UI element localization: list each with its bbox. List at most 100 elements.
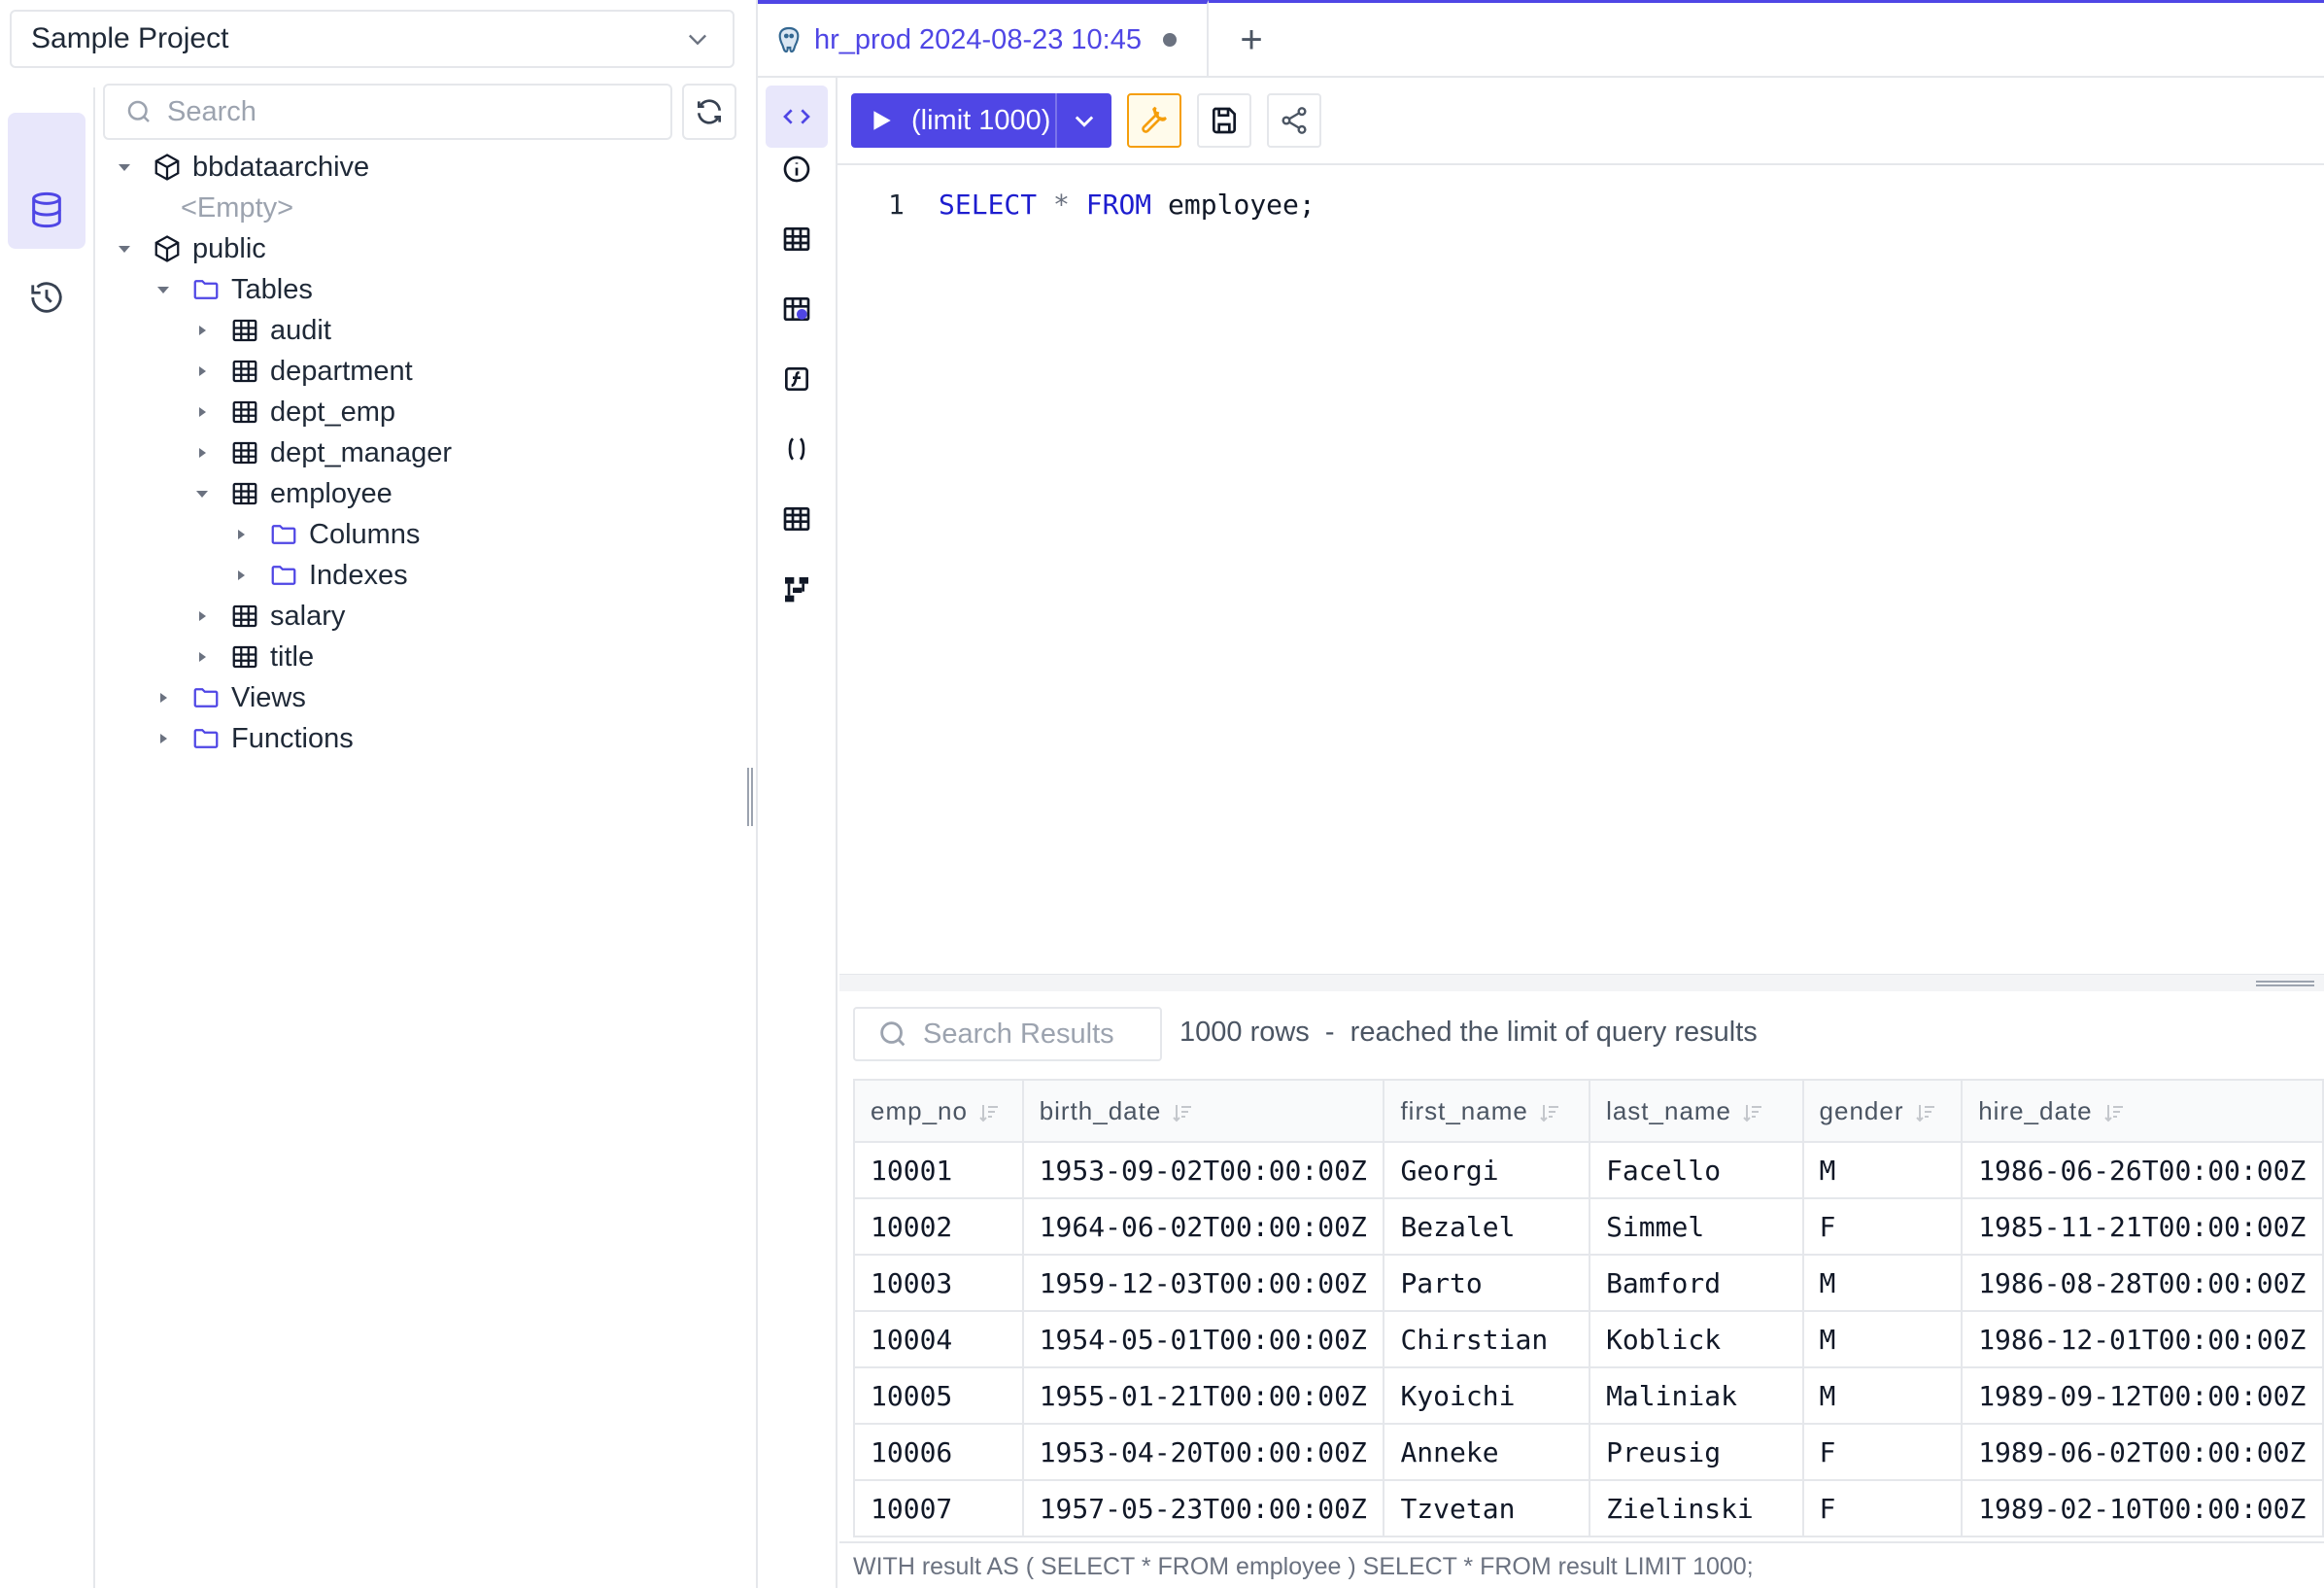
rail-function[interactable] (766, 348, 828, 410)
table-cell[interactable]: Facello (1589, 1141, 1804, 1199)
column-header[interactable]: birth_date (1021, 1079, 1385, 1143)
tree-item[interactable]: public (113, 229, 266, 268)
column-header[interactable]: hire_date (1961, 1079, 2324, 1143)
tree-item[interactable]: Columns (229, 515, 420, 554)
table-cell[interactable]: Tzvetan (1383, 1479, 1591, 1537)
run-button[interactable]: (limit 1000) (851, 93, 1111, 148)
table-cell[interactable]: M (1801, 1310, 1964, 1368)
table-cell[interactable]: Georgi (1383, 1141, 1591, 1199)
caret-right-icon[interactable] (229, 523, 253, 546)
sql-editor[interactable]: 1 SELECT * FROM employee; (839, 167, 2324, 974)
caret-right-icon[interactable] (190, 604, 214, 628)
table-cell[interactable]: 1985-11-21T00:00:00Z (1961, 1197, 2324, 1256)
table-cell[interactable]: 1964-06-02T00:00:00Z (1021, 1197, 1385, 1256)
caret-right-icon[interactable] (229, 564, 253, 587)
table-cell[interactable]: M (1801, 1254, 1964, 1312)
search-input[interactable] (167, 95, 653, 128)
table-row[interactable]: 10001 1953-09-02T00:00:00Z Georgi Facello M 1… (853, 1141, 2324, 1199)
table-cell[interactable]: Kyoichi (1383, 1366, 1591, 1425)
sort-icon[interactable] (1914, 1101, 1937, 1124)
rail-diagram[interactable] (766, 558, 828, 620)
caret-right-icon[interactable] (190, 400, 214, 424)
tree-item[interactable]: salary (190, 597, 345, 636)
table-cell[interactable]: F (1801, 1423, 1964, 1481)
caret-right-icon[interactable] (190, 645, 214, 669)
table-cell[interactable]: 1986-08-28T00:00:00Z (1961, 1254, 2324, 1312)
sort-icon[interactable] (977, 1101, 1001, 1124)
project-select[interactable]: Sample Project (10, 10, 735, 68)
caret-right-icon[interactable] (190, 360, 214, 383)
tree-item[interactable]: audit (190, 311, 331, 350)
tree-item[interactable]: Indexes (229, 556, 408, 595)
rail-table-settings[interactable] (766, 278, 828, 340)
column-header[interactable]: first_name (1383, 1079, 1591, 1143)
caret-right-icon[interactable] (152, 727, 175, 750)
code-line[interactable]: SELECT * FROM employee; (939, 189, 1316, 221)
tree-item[interactable]: Tables (152, 270, 313, 309)
table-cell[interactable]: Bezalel (1383, 1197, 1591, 1256)
table-cell[interactable]: 1953-04-20T00:00:00Z (1021, 1423, 1385, 1481)
table-cell[interactable]: 1989-02-10T00:00:00Z (1961, 1479, 2324, 1537)
table-cell[interactable]: 10006 (853, 1423, 1024, 1481)
panel-splitter[interactable] (742, 0, 758, 1588)
tree-item[interactable]: <Empty> (181, 189, 293, 227)
add-tab-button[interactable]: + (1222, 11, 1281, 69)
caret-right-icon[interactable] (190, 319, 214, 342)
table-cell[interactable]: Koblick (1589, 1310, 1804, 1368)
table-row[interactable]: 10004 1954-05-01T00:00:00Z Chirstian Koblic… (853, 1310, 2324, 1368)
caret-right-icon[interactable] (152, 686, 175, 709)
table-cell[interactable]: 1989-06-02T00:00:00Z (1961, 1423, 2324, 1481)
table-cell[interactable]: Chirstian (1383, 1310, 1591, 1368)
tree-item[interactable]: employee (190, 474, 393, 513)
table-cell[interactable]: M (1801, 1141, 1964, 1199)
table-cell[interactable]: Anneke (1383, 1423, 1591, 1481)
caret-down-icon[interactable] (113, 155, 136, 179)
table-cell[interactable]: 1989-09-12T00:00:00Z (1961, 1366, 2324, 1425)
results-resize-handle[interactable] (839, 974, 2324, 991)
sidebar-search[interactable] (103, 84, 672, 140)
caret-down-icon[interactable] (152, 278, 175, 301)
caret-right-icon[interactable] (190, 441, 214, 465)
table-cell[interactable]: F (1801, 1197, 1964, 1256)
table-row[interactable]: 10007 1957-05-23T00:00:00Z Tzvetan Zielinsk… (853, 1479, 2324, 1537)
tree-item[interactable]: dept_emp (190, 393, 395, 432)
table-cell[interactable]: Bamford (1589, 1254, 1804, 1312)
table-cell[interactable]: Simmel (1589, 1197, 1804, 1256)
table-row[interactable]: 10002 1964-06-02T00:00:00Z Bezalel Simmel F 1… (853, 1197, 2324, 1256)
table-cell[interactable]: 10001 (853, 1141, 1024, 1199)
table-cell[interactable]: 1986-06-26T00:00:00Z (1961, 1141, 2324, 1199)
tree-item[interactable]: title (190, 638, 314, 676)
sort-icon[interactable] (2102, 1101, 2126, 1124)
refresh-button[interactable] (682, 84, 736, 140)
admin-mode-button[interactable] (1127, 93, 1181, 148)
share-button[interactable] (1267, 93, 1321, 148)
rail-info[interactable] (766, 138, 828, 200)
table-cell[interactable]: 10003 (853, 1254, 1024, 1312)
table-cell[interactable]: 1955-01-21T00:00:00Z (1021, 1366, 1385, 1425)
table-cell[interactable]: F (1801, 1479, 1964, 1537)
column-header[interactable]: last_name (1589, 1079, 1804, 1143)
sort-icon[interactable] (1741, 1101, 1764, 1124)
table-cell[interactable]: Preusig (1589, 1423, 1804, 1481)
table-row[interactable]: 10003 1959-12-03T00:00:00Z Parto Bamford M 19… (853, 1254, 2324, 1312)
tree-item[interactable]: department (190, 352, 413, 391)
rail-table[interactable] (766, 208, 828, 270)
table-cell[interactable]: Zielinski (1589, 1479, 1804, 1537)
table-cell[interactable]: Parto (1383, 1254, 1591, 1312)
table-cell[interactable]: 10007 (853, 1479, 1024, 1537)
table-cell[interactable]: 10004 (853, 1310, 1024, 1368)
tree-item[interactable]: Views (152, 678, 306, 717)
save-button[interactable] (1197, 93, 1251, 148)
caret-down-icon[interactable] (190, 482, 214, 505)
table-cell[interactable]: 1954-05-01T00:00:00Z (1021, 1310, 1385, 1368)
table-cell[interactable]: 10002 (853, 1197, 1024, 1256)
tree-item[interactable]: bbdataarchive (113, 148, 369, 187)
table-cell[interactable]: Maliniak (1589, 1366, 1804, 1425)
table-cell[interactable]: 1953-09-02T00:00:00Z (1021, 1141, 1385, 1199)
sort-icon[interactable] (1171, 1101, 1194, 1124)
table-row[interactable]: 10006 1953-04-20T00:00:00Z Anneke Preusig F 1… (853, 1423, 2324, 1481)
sidebar-item-history[interactable] (8, 259, 85, 336)
caret-down-icon[interactable] (113, 237, 136, 260)
table-cell[interactable]: 10005 (853, 1366, 1024, 1425)
table-cell[interactable]: 1959-12-03T00:00:00Z (1021, 1254, 1385, 1312)
